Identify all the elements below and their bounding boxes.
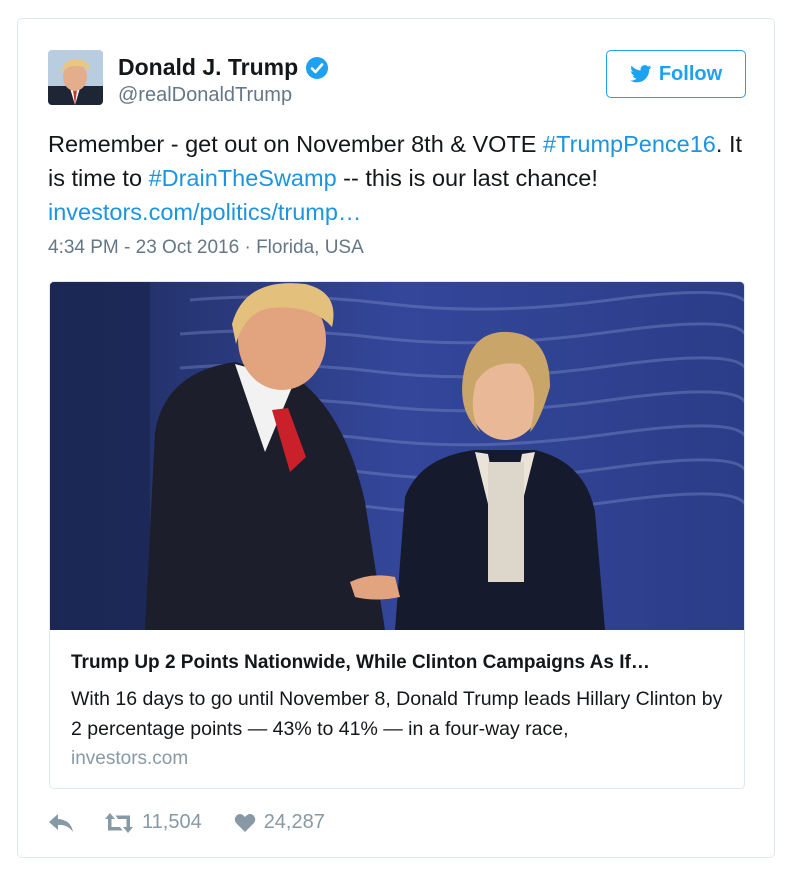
- tweet-card: Donald J. Trump @realDonaldTrump Follow …: [17, 18, 775, 858]
- card-image: [50, 282, 744, 630]
- card-description: With 16 days to go until November 8, Don…: [71, 688, 723, 740]
- link-preview-card[interactable]: Trump Up 2 Points Nationwide, While Clin…: [49, 281, 745, 789]
- card-domain: investors.com: [71, 748, 189, 769]
- like-button[interactable]: 24,287: [234, 811, 325, 834]
- heart-icon: [234, 813, 255, 832]
- follow-label: Follow: [658, 62, 723, 85]
- avatar[interactable]: [48, 50, 103, 105]
- reply-icon: [49, 813, 73, 832]
- retweet-button[interactable]: 11,504: [104, 811, 202, 834]
- tweet-actions: 11,504 24,287: [48, 811, 325, 834]
- avatar-image: [48, 50, 103, 105]
- meta-separator: ·: [239, 237, 257, 258]
- user-handle[interactable]: @realDonaldTrump: [118, 84, 292, 107]
- like-count: 24,287: [263, 811, 325, 833]
- location[interactable]: Florida, USA: [256, 237, 364, 258]
- card-title[interactable]: Trump Up 2 Points Nationwide, While Clin…: [71, 652, 731, 674]
- retweet-count: 11,504: [142, 811, 202, 833]
- timestamp[interactable]: 4:34 PM - 23 Oct 2016: [48, 237, 239, 258]
- user-name[interactable]: Donald J. Trump: [118, 54, 298, 81]
- retweet-icon: [105, 812, 133, 833]
- tweet-text-part: Remember - get out on November 8th & VOT…: [48, 131, 544, 157]
- reply-button[interactable]: [48, 812, 74, 834]
- follow-button[interactable]: Follow: [606, 50, 746, 98]
- hashtag-trumppence16[interactable]: #TrumpPence16: [543, 131, 716, 157]
- tweet-text-part: -- this is our last chance!: [336, 165, 598, 191]
- user-name-row[interactable]: Donald J. Trump: [118, 54, 329, 81]
- tweet-text: Remember - get out on November 8th & VOT…: [48, 127, 748, 229]
- tweet-link[interactable]: investors.com/politics/trump…: [48, 199, 361, 225]
- tweet-meta: 4:34 PM - 23 Oct 2016 · Florida, USA: [48, 237, 364, 259]
- verified-badge-icon: [306, 56, 329, 79]
- twitter-bird-icon: [630, 65, 652, 83]
- hashtag-draintheswamp[interactable]: #DrainTheSwamp: [149, 165, 337, 191]
